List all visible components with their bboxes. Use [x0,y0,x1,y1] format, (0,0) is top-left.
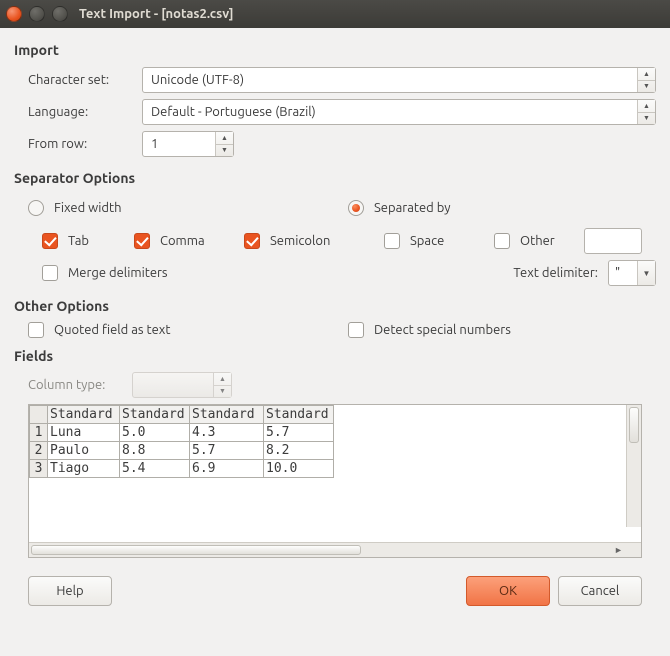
cell[interactable]: 5.7 [264,424,334,442]
fromrow-value: 1 [143,137,215,151]
preview-pane: Standard Standard Standard Standard 1 Lu… [28,404,642,558]
horizontal-scrollbar[interactable]: ◄ ► [29,542,641,557]
charset-row: Character set: Unicode (UTF-8) ▲▼ [28,66,656,94]
section-fields-title: Fields [14,348,656,364]
window-maximize-icon[interactable] [52,6,68,22]
preview-col-header[interactable]: Standard [264,406,334,424]
cell[interactable]: 8.8 [120,442,190,460]
other-checkbox[interactable] [494,233,510,249]
row-number: 3 [30,460,48,478]
cell[interactable]: Luna [48,424,120,442]
cell[interactable]: Paulo [48,442,120,460]
preview-col-header[interactable]: Standard [190,406,264,424]
chevron-down-icon[interactable]: ▼ [637,261,655,285]
cell[interactable]: 6.9 [190,460,264,478]
window-title: Text Import - [notas2.csv] [79,7,234,21]
cell[interactable]: Tiago [48,460,120,478]
fromrow-input[interactable]: 1 ▲▼ [142,131,234,157]
quoted-as-text-checkbox[interactable] [28,322,44,338]
section-other-title: Other Options [14,298,656,314]
charset-label: Character set: [28,73,142,87]
other-label: Other [520,234,555,248]
other-options-row: Quoted field as text Detect special numb… [28,322,656,338]
detect-special-checkbox[interactable] [348,322,364,338]
preview-col-header[interactable]: Standard [120,406,190,424]
row-number: 2 [30,442,48,460]
tab-checkbox[interactable] [42,233,58,249]
other-separator-input[interactable] [584,228,642,254]
separated-by-label: Separated by [374,201,451,215]
semicolon-checkbox[interactable] [244,233,260,249]
cell[interactable]: 10.0 [264,460,334,478]
scroll-corner [626,543,641,557]
text-delimiter-combo[interactable]: " ▼ [608,260,656,286]
titlebar: Text Import - [notas2.csv] [0,0,670,28]
merge-delimiters-label: Merge delimiters [68,266,168,280]
fixed-width-label: Fixed width [54,201,122,215]
column-type-spin-icon[interactable]: ▲▼ [213,373,231,397]
fixed-width-radio[interactable] [28,200,44,216]
text-delimiter-value: " [609,266,637,280]
scroll-right-icon[interactable]: ► [611,543,626,557]
fromrow-row: From row: 1 ▲▼ [28,130,656,158]
table-row[interactable]: 2 Paulo 8.8 5.7 8.2 [30,442,334,460]
cell[interactable]: 5.7 [190,442,264,460]
separator-mode-row: Fixed width Separated by [28,194,656,222]
language-value: Default - Portuguese (Brazil) [143,105,637,119]
comma-label: Comma [160,234,205,248]
language-combo[interactable]: Default - Portuguese (Brazil) ▲▼ [142,99,656,125]
cancel-button[interactable]: Cancel [558,576,642,606]
merge-delimiters-checkbox[interactable] [42,265,58,281]
preview-corner [30,406,48,424]
section-separator-title: Separator Options [14,170,656,186]
semicolon-label: Semicolon [270,234,330,248]
cell[interactable]: 5.0 [120,424,190,442]
fromrow-label: From row: [28,137,142,151]
ok-button[interactable]: OK [466,576,550,606]
section-import-title: Import [14,42,656,58]
cell[interactable]: 8.2 [264,442,334,460]
language-label: Language: [28,105,142,119]
separator-checks: Tab Comma Semicolon Space Other [42,228,656,254]
cell[interactable]: 5.4 [120,460,190,478]
charset-combo[interactable]: Unicode (UTF-8) ▲▼ [142,67,656,93]
charset-spin-icon[interactable]: ▲▼ [637,68,655,92]
window-close-icon[interactable] [6,6,22,22]
table-row[interactable]: 1 Luna 5.0 4.3 5.7 [30,424,334,442]
cell[interactable]: 4.3 [190,424,264,442]
table-row[interactable]: 3 Tiago 5.4 6.9 10.0 [30,460,334,478]
language-spin-icon[interactable]: ▲▼ [637,100,655,124]
column-type-combo[interactable]: ▲▼ [132,372,232,398]
tab-label: Tab [68,234,89,248]
language-row: Language: Default - Portuguese (Brazil) … [28,98,656,126]
comma-checkbox[interactable] [134,233,150,249]
column-type-label: Column type: [28,378,132,392]
space-label: Space [410,234,444,248]
detect-special-label: Detect special numbers [374,323,511,337]
space-checkbox[interactable] [384,233,400,249]
dialog-body: Import Character set: Unicode (UTF-8) ▲▼… [0,28,670,618]
separated-by-radio[interactable] [348,200,364,216]
row-number: 1 [30,424,48,442]
help-button[interactable]: Help [28,576,112,606]
window-minimize-icon[interactable] [29,6,45,22]
dialog-button-row: Help OK Cancel [14,558,656,606]
vertical-scrollbar[interactable] [626,405,641,527]
fromrow-spin-icon[interactable]: ▲▼ [215,132,233,156]
merge-text-delim-row: Merge delimiters Text delimiter: " ▼ [42,260,656,286]
preview-header-row: Standard Standard Standard Standard [30,406,334,424]
quoted-as-text-label: Quoted field as text [54,323,170,337]
column-type-row: Column type: ▲▼ [28,372,656,398]
text-delimiter-label: Text delimiter: [513,266,598,280]
preview-col-header[interactable]: Standard [48,406,120,424]
preview-table[interactable]: Standard Standard Standard Standard 1 Lu… [29,405,334,478]
charset-value: Unicode (UTF-8) [143,73,637,87]
